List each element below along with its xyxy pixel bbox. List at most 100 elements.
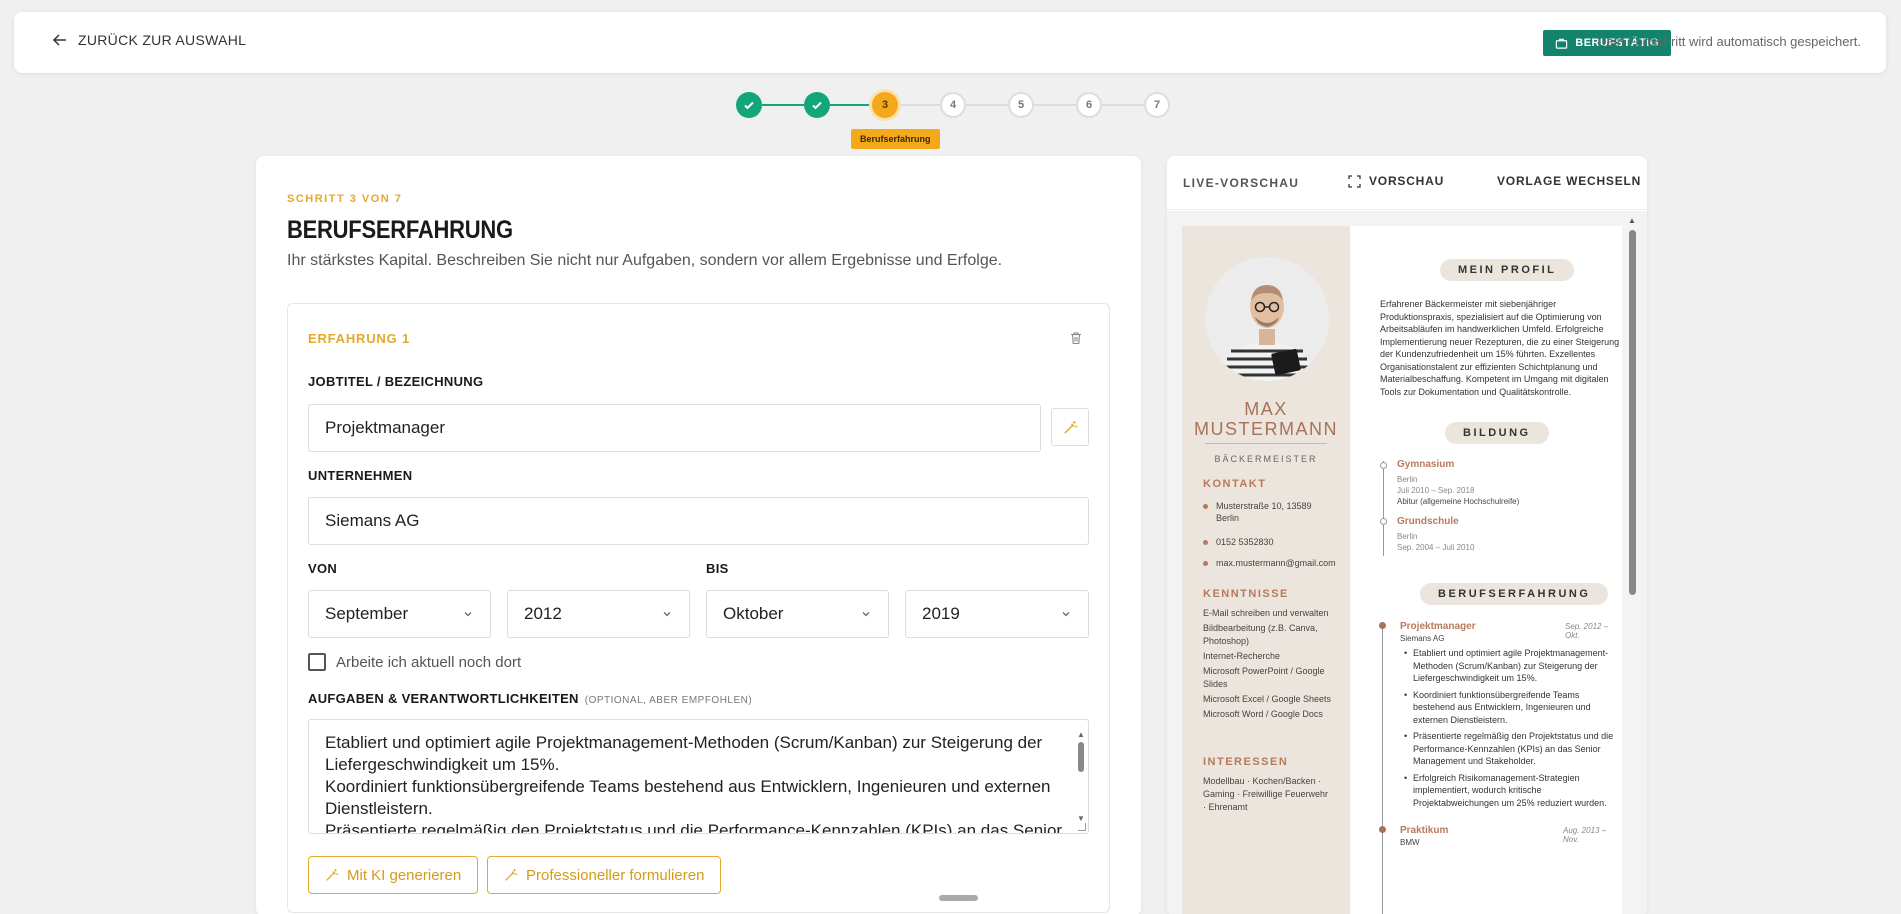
to-month-value: Oktober <box>723 604 784 623</box>
page-title: BERUFSERFAHRUNG <box>287 216 513 244</box>
job-bullet: Erfolgreich Risikomanagement-Strategien … <box>1404 772 1619 810</box>
cv-skill: Microsoft Word / Google Docs <box>1203 709 1323 719</box>
edu-title: Grundschule <box>1397 516 1459 527</box>
profile-photo <box>1205 257 1329 381</box>
from-label: VON <box>308 561 338 576</box>
cv-name: MAX MUSTERMANN <box>1182 399 1350 439</box>
cv-role: BÄCKERMEISTER <box>1214 454 1318 464</box>
to-year-select[interactable]: 2019 <box>905 590 1089 638</box>
cv-address-line: Berlin <box>1216 513 1240 523</box>
step-5[interactable]: 5 <box>1008 92 1034 118</box>
progress-stepper: 3 4 5 6 7 <box>736 92 1170 118</box>
job-title: Projektmanager <box>1400 621 1476 632</box>
cv-skill: Microsoft Excel / Google Sheets <box>1203 694 1332 704</box>
current-step-tooltip: Berufserfahrung <box>851 129 940 149</box>
bullet-icon <box>1203 561 1208 566</box>
job-bullet: Etabliert und optimiert agile Projektman… <box>1404 647 1619 685</box>
person-photo-icon <box>1205 257 1329 381</box>
cv-sidebar: MAX MUSTERMANN BÄCKERMEISTER KONTAKT Mus… <box>1182 226 1350 914</box>
step-6[interactable]: 6 <box>1076 92 1102 118</box>
edu-meta: Berlin Sep. 2004 – Juli 2010 <box>1397 531 1474 553</box>
cv-document: MAX MUSTERMANN BÄCKERMEISTER KONTAKT Mus… <box>1182 226 1622 914</box>
current-job-checkbox-label: Arbeite ich aktuell noch dort <box>336 653 522 671</box>
step-connector <box>966 104 1008 106</box>
job-bullet: Koordiniert funktionsübergreifende Teams… <box>1404 689 1619 727</box>
cv-phone: 0152 5352830 <box>1203 536 1274 548</box>
cv-skill: Microsoft PowerPoint / Google Slides <box>1203 666 1325 689</box>
from-month-select[interactable]: September <box>308 590 491 638</box>
company-input[interactable]: Siemans AG <box>308 497 1089 545</box>
back-label: ZURÜCK ZUR AUSWAHL <box>78 32 247 48</box>
top-bar: ZURÜCK ZUR AUSWAHL BERUFSTÄTIG Dein Fort… <box>14 12 1886 73</box>
to-label: BIS <box>706 561 729 576</box>
bullet-icon <box>1203 540 1208 545</box>
tasks-label: AUFGABEN & VERANTWORTLICHKEITEN (OPTIONAL… <box>308 691 752 706</box>
cv-phone-text: 0152 5352830 <box>1216 537 1274 547</box>
experience-entry: ERFAHRUNG 1 JOBTITEL / BEZEICHNUNG Proje… <box>287 303 1110 913</box>
cv-last-name: MUSTERMANN <box>1194 419 1338 439</box>
step-3[interactable]: 3 <box>872 92 898 118</box>
cv-skill: Bildbearbeitung (z.B. Canva, Photoshop) <box>1203 623 1318 646</box>
edu-note: Abitur (allgemeine Hochschulreife) <box>1397 497 1520 506</box>
step-7[interactable]: 7 <box>1144 92 1170 118</box>
company-label: UNTERNEHMEN <box>308 468 413 483</box>
tasks-textarea[interactable]: Etabliert und optimiert agile Projektman… <box>308 719 1089 834</box>
current-job-checkbox[interactable] <box>308 653 326 671</box>
textarea-scrollbar[interactable]: ▲ ▼ <box>1076 724 1086 824</box>
check-icon <box>744 101 754 110</box>
cv-skill: Internet-Recherche <box>1203 651 1281 661</box>
cv-email-text: max.mustermann@gmail.com <box>1216 558 1336 568</box>
ai-suggest-title-button[interactable] <box>1051 408 1089 446</box>
trash-icon[interactable] <box>1069 331 1083 345</box>
fullscreen-preview-button[interactable]: VORSCHAU <box>1348 174 1444 188</box>
cv-interests-heading: INTERESSEN <box>1203 756 1289 768</box>
ai-generate-button[interactable]: Mit KI generieren <box>308 856 479 894</box>
from-month-value: September <box>325 604 409 623</box>
scroll-thumb[interactable] <box>1629 230 1636 595</box>
autosave-text: Dein Fortschritt wird automatisch gespei… <box>1597 34 1861 49</box>
tasks-label-text: AUFGABEN & VERANTWORTLICHKEITEN <box>308 691 579 706</box>
timeline-dot <box>1379 622 1386 629</box>
step-label: SCHRITT 3 VON 7 <box>287 193 403 205</box>
preview-button-label: VORSCHAU <box>1369 174 1445 188</box>
expand-icon <box>1348 174 1361 188</box>
job-title-input[interactable]: Projektmanager <box>308 404 1041 452</box>
switch-template-button[interactable]: VORLAGE WECHSELN <box>1497 174 1641 188</box>
cv-education-heading: BILDUNG <box>1445 422 1549 444</box>
tasks-line: Etabliert und optimiert agile Projektman… <box>325 733 1043 774</box>
ai-rephrase-button[interactable]: Professioneller formulieren <box>487 856 722 894</box>
back-to-selection-link[interactable]: ZURÜCK ZUR AUSWAHL <box>52 32 246 48</box>
resize-handle-icon[interactable] <box>1078 823 1086 831</box>
preview-card: LIVE-VORSCHAU VORSCHAU VORLAGE WECHSELN <box>1167 156 1647 914</box>
step-2[interactable] <box>804 92 830 118</box>
magic-wand-icon <box>505 868 518 881</box>
switch-template-label: VORLAGE WECHSELN <box>1497 174 1642 188</box>
tasks-line: Präsentierte regelmäßig den Projektstatu… <box>325 821 1063 834</box>
step-connector <box>1034 104 1076 106</box>
form-card: SCHRITT 3 VON 7 BERUFSERFAHRUNG Ihr stär… <box>256 156 1141 914</box>
job-bullets: Etabliert und optimiert agile Projektman… <box>1404 647 1619 813</box>
experience-entry-title: ERFAHRUNG 1 <box>308 331 410 346</box>
from-year-select[interactable]: 2012 <box>507 590 690 638</box>
job-dates: Aug. 2013 – Nov. <box>1563 826 1607 844</box>
to-month-select[interactable]: Oktober <box>706 590 889 638</box>
job-bullet: Präsentierte regelmäßig den Projektstatu… <box>1404 730 1619 768</box>
chevron-down-icon <box>464 612 472 617</box>
scroll-up-icon[interactable]: ▲ <box>1628 216 1636 225</box>
cv-profile-text: Erfahrener Bäckermeister mit siebenjähri… <box>1380 299 1620 397</box>
scroll-thumb[interactable] <box>1078 742 1084 772</box>
current-job-checkbox-row[interactable]: Arbeite ich aktuell noch dort <box>308 653 521 671</box>
step-1[interactable] <box>736 92 762 118</box>
cv-address: Musterstraße 10, 13589 Berlin <box>1203 500 1312 524</box>
edu-dates: Juli 2010 – Sep. 2018 <box>1397 486 1475 495</box>
preview-scrollbar[interactable]: ▲ <box>1627 216 1637 914</box>
step-4[interactable]: 4 <box>940 92 966 118</box>
cv-skills-heading: KENNTNISSE <box>1203 588 1289 600</box>
job-title-label: JOBTITEL / BEZEICHNUNG <box>308 374 484 389</box>
drag-handle[interactable] <box>939 895 978 901</box>
step-connector <box>830 104 872 106</box>
page-subtitle: Ihr stärkstes Kapital. Beschreiben Sie n… <box>287 252 1003 269</box>
ai-generate-label: Mit KI generieren <box>347 866 462 884</box>
ai-rephrase-label: Professioneller formulieren <box>526 866 705 884</box>
step-connector <box>898 104 940 106</box>
